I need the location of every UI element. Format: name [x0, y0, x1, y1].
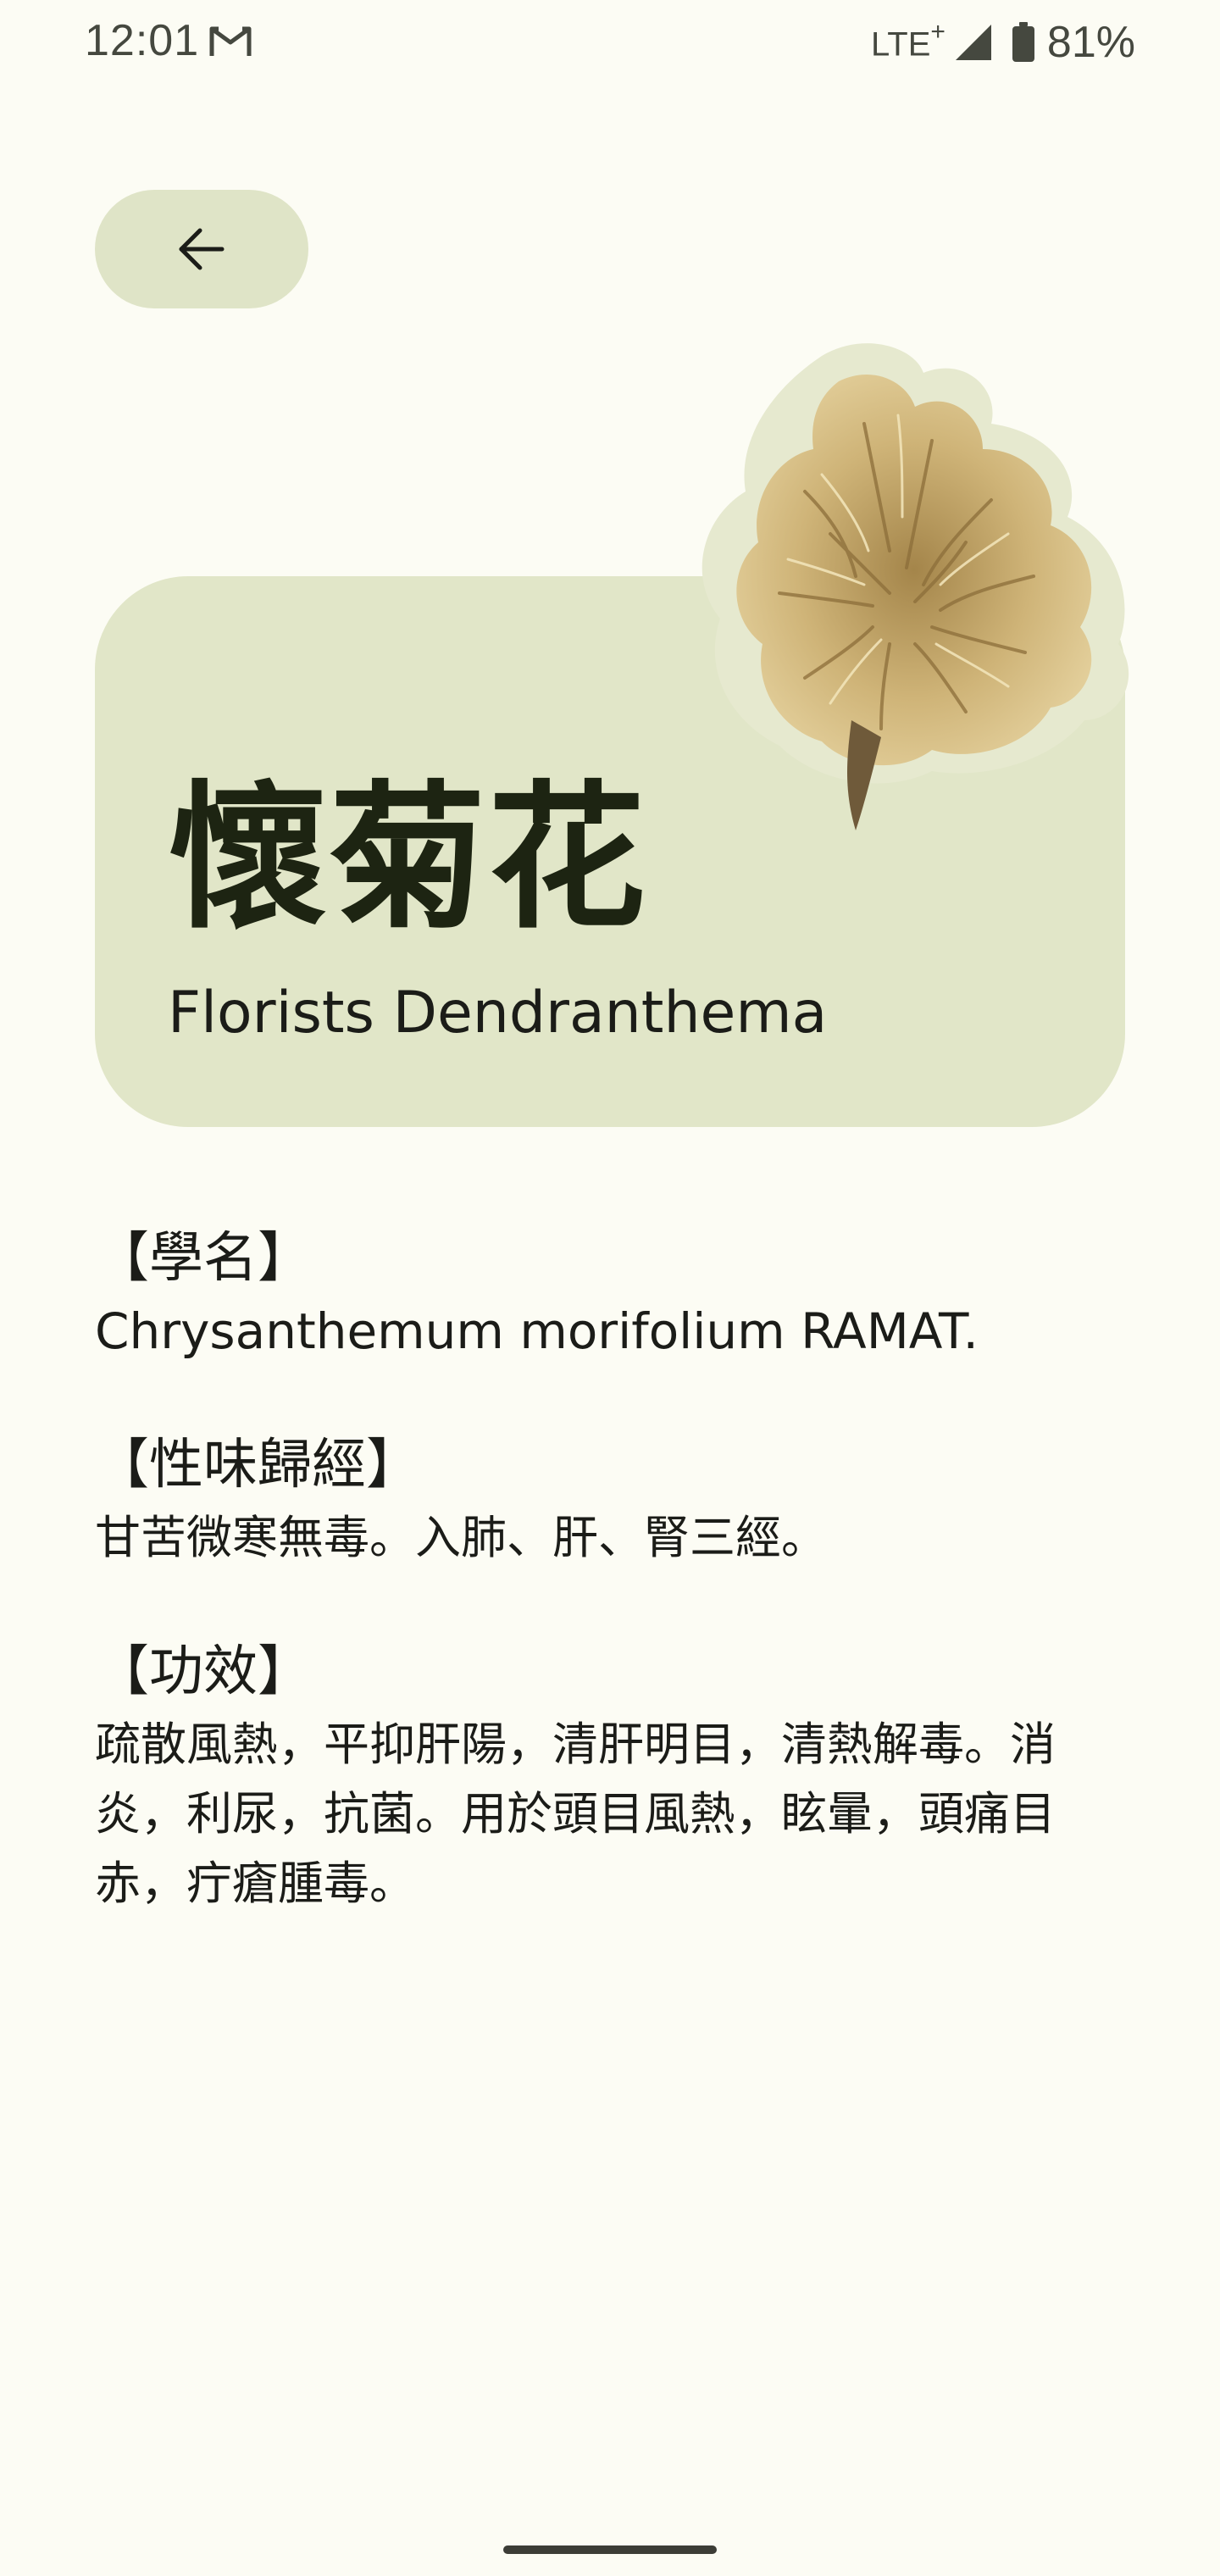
back-button[interactable]	[95, 190, 308, 308]
home-indicator[interactable]	[503, 2545, 717, 2554]
status-right-group: LTE+ 81%	[871, 15, 1135, 69]
section-body-line: 疏散風熱，平抑肝陽，清肝明目，清熱解毒。消	[95, 1718, 1056, 1771]
section-title: 【功效】	[95, 1641, 312, 1703]
network-plus: +	[930, 17, 946, 46]
section-effects: 【功效】 疏散風熱，平抑肝陽，清肝明目，清熱解毒。消 炎，利尿，抗菌。用於頭目風…	[95, 1634, 1125, 1918]
section-body-line: 炎，利尿，抗菌。用於頭目風熱，眩暈，頭痛目	[95, 1787, 1056, 1840]
battery-percent: 81%	[1046, 18, 1135, 67]
section-title: 【性味歸經】	[95, 1434, 420, 1496]
herb-info: 【學名】 Chrysanthemum morifolium RAMAT. 【性味…	[95, 1220, 1125, 1979]
section-body-line: 赤，疔瘡腫毒。	[95, 1857, 415, 1910]
status-bar: 12:01 LTE+ 81%	[0, 0, 1220, 85]
herb-name-chinese: 懷菊花	[169, 766, 648, 950]
section-title: 【學名】	[95, 1227, 312, 1290]
network-type: LTE	[871, 25, 931, 64]
battery-icon	[1012, 22, 1034, 62]
section-body: 甘苦微寒無毒。入肺、肝、腎三經。	[95, 1511, 827, 1564]
gmail-icon	[209, 26, 252, 56]
network-label: LTE+	[871, 17, 946, 64]
signal-icon	[955, 25, 991, 60]
section-body: Chrysanthemum morifolium RAMAT.	[95, 1302, 979, 1360]
chrysanthemum-image	[702, 343, 1129, 830]
section-nature-meridian: 【性味歸經】 甘苦微寒無毒。入肺、肝、腎三經。	[95, 1427, 1125, 1573]
status-time: 12:01	[85, 16, 200, 65]
arrow-back-icon	[179, 228, 225, 270]
section-scientific-name: 【學名】 Chrysanthemum morifolium RAMAT.	[95, 1220, 1125, 1366]
herb-name-english: Florists Dendranthema	[168, 980, 828, 1046]
